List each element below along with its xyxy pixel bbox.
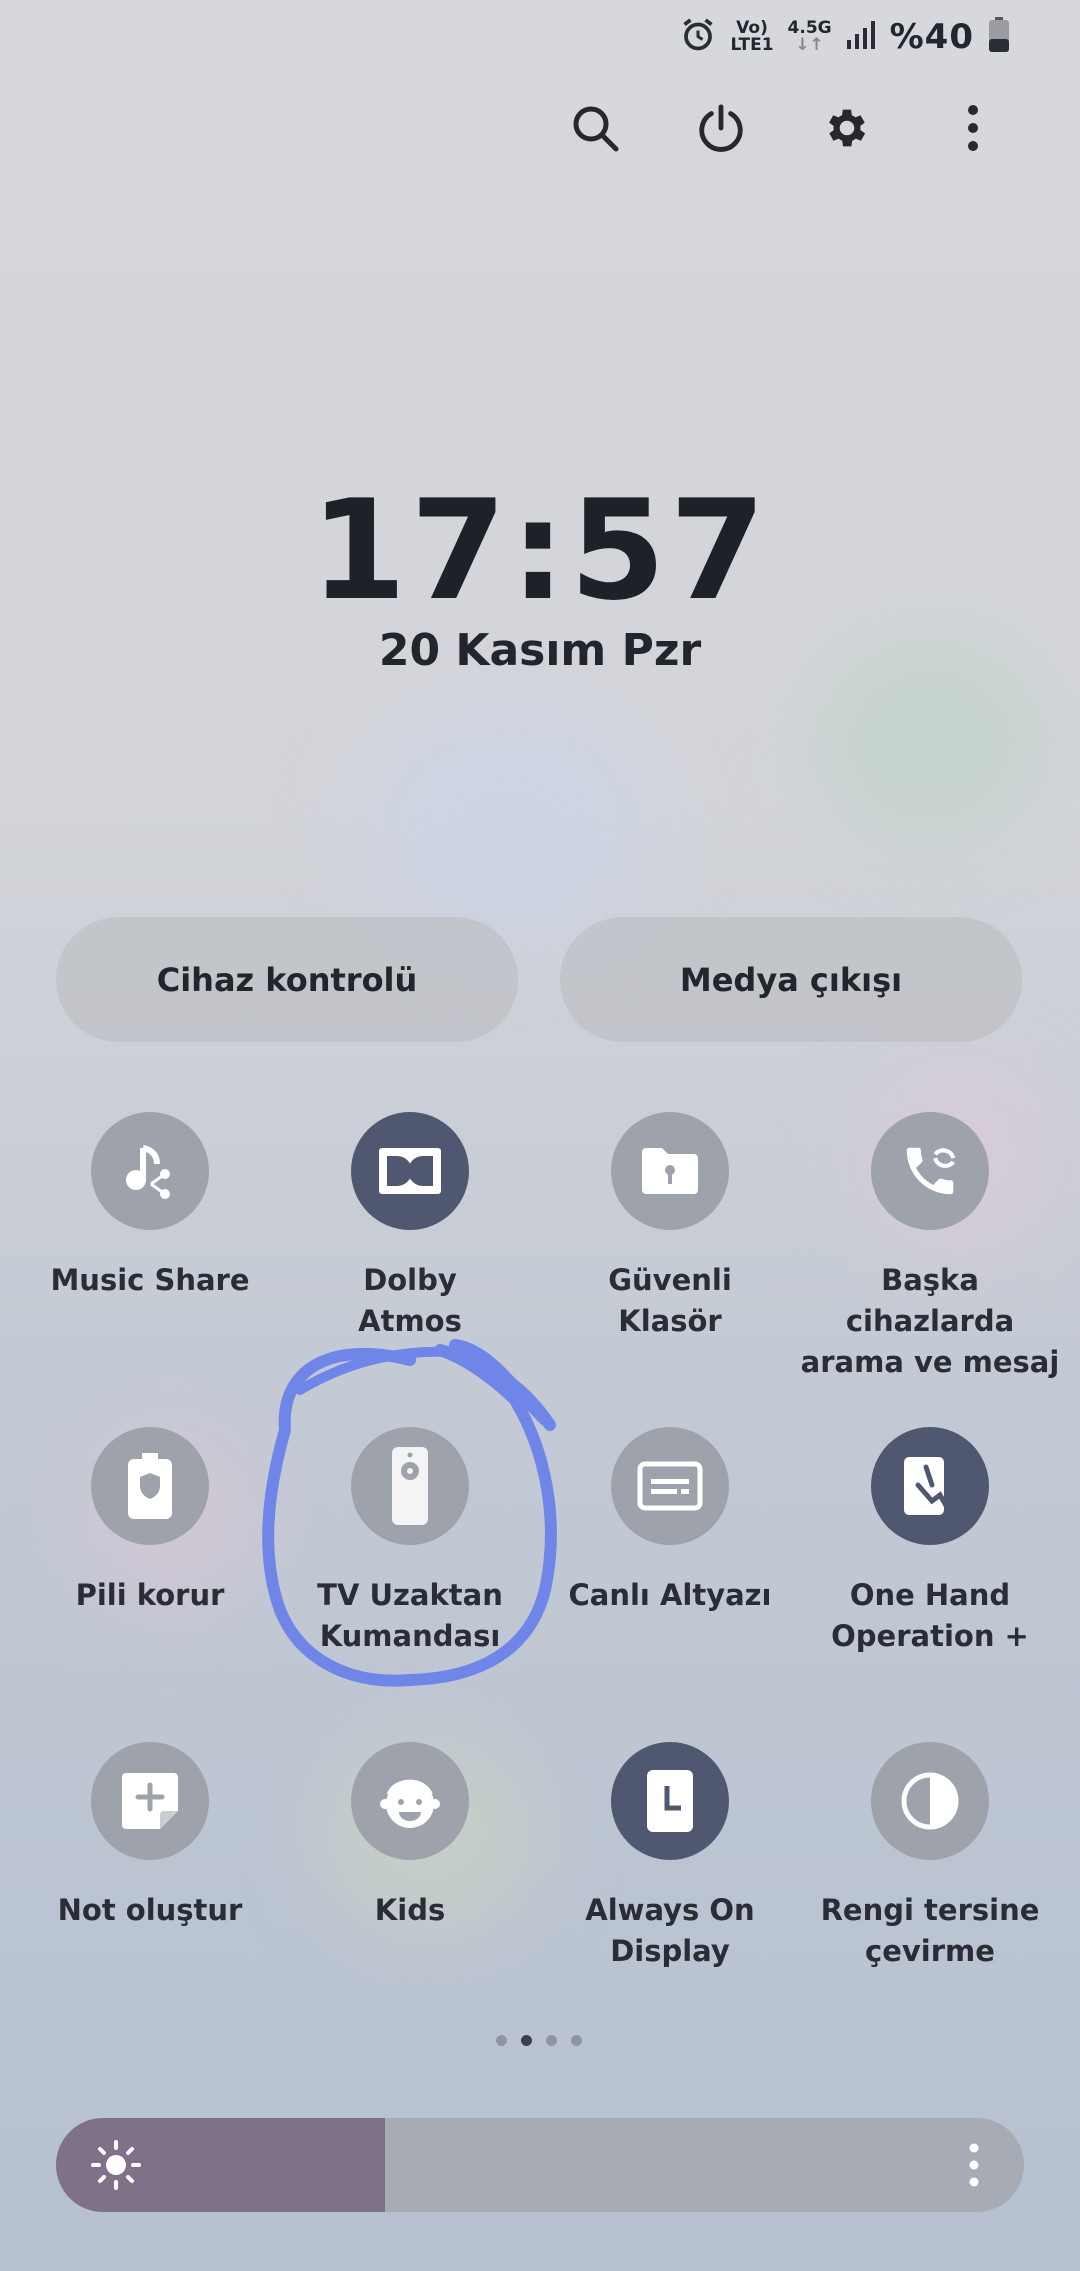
tile-circle[interactable] <box>611 1742 729 1860</box>
tile-circle[interactable] <box>91 1427 209 1545</box>
tile-circle[interactable] <box>611 1112 729 1230</box>
tile-circle[interactable] <box>91 1742 209 1860</box>
tile-circle[interactable] <box>871 1427 989 1545</box>
tile-circle[interactable] <box>351 1427 469 1545</box>
tile-label: Güvenli Klasör <box>608 1263 732 1338</box>
clock-icon <box>647 1770 693 1832</box>
battery-icon <box>988 17 1010 57</box>
clock-date: 20 Kasım Pzr <box>378 625 702 676</box>
tile-call-sync[interactable]: Başka cihazlarda arama ve mesaj <box>800 1112 1060 1383</box>
tile-invert-colors[interactable]: Rengi tersine çevirme <box>800 1742 1060 1972</box>
media-output-button[interactable]: Medya çıkışı <box>560 917 1022 1042</box>
tile-label: Not oluştur <box>57 1893 243 1927</box>
brightness-more-icon[interactable] <box>968 2142 980 2188</box>
page-dot[interactable] <box>571 2035 582 2046</box>
tile-label: One Hand Operation + <box>831 1578 1029 1653</box>
music-share-icon <box>126 1145 170 1199</box>
tile-label: Dolby Atmos <box>358 1263 462 1338</box>
status-bar: Vo) LTE1 4.5G ↓↑ %40 <box>680 12 1010 62</box>
tile-circle[interactable] <box>871 1742 989 1860</box>
tile-music-share[interactable]: Music Share <box>20 1112 280 1301</box>
brightness-slider[interactable] <box>56 2118 1024 2212</box>
search-button[interactable] <box>570 98 620 158</box>
caption-icon <box>637 1461 703 1511</box>
tile-label: Başka cihazlarda arama ve mesaj <box>800 1263 1060 1379</box>
tile-one-hand-operation[interactable]: One Hand Operation + <box>800 1427 1060 1657</box>
data-arrows-icon: ↓↑ <box>795 35 824 55</box>
top-actions <box>570 98 998 158</box>
tile-circle[interactable] <box>871 1112 989 1230</box>
tile-label: Music Share <box>50 1263 250 1297</box>
page-indicator <box>496 2035 582 2046</box>
tile-circle[interactable] <box>351 1112 469 1230</box>
remote-icon <box>392 1447 428 1525</box>
sun-icon <box>91 2140 141 2190</box>
tile-create-note[interactable]: Not oluştur <box>20 1742 280 1931</box>
note-add-icon <box>122 1773 178 1829</box>
tile-label: Canlı Altyazı <box>568 1578 772 1612</box>
kids-icon <box>380 1779 440 1828</box>
more-options-button[interactable] <box>948 98 998 158</box>
search-icon <box>573 106 619 152</box>
tile-label: Always On Display <box>585 1893 755 1968</box>
invert-icon <box>901 1772 959 1830</box>
tile-label: Kids <box>374 1893 446 1927</box>
page-dot-active[interactable] <box>521 2035 532 2046</box>
page-dot[interactable] <box>496 2035 507 2046</box>
call-sync-icon <box>906 1147 956 1195</box>
kebab-icon <box>968 105 978 151</box>
tile-circle[interactable] <box>91 1112 209 1230</box>
battery-percentage: %40 <box>889 17 974 57</box>
tile-label: Rengi tersine çevirme <box>820 1893 1040 1968</box>
tile-secure-folder[interactable]: Güvenli Klasör <box>540 1112 800 1342</box>
tile-label: TV Uzaktan Kumandası <box>317 1578 503 1653</box>
dolby-icon <box>379 1148 441 1194</box>
alarm-icon <box>680 17 716 57</box>
tile-always-on-display[interactable]: Always On Display <box>540 1742 800 1972</box>
tile-circle[interactable] <box>611 1427 729 1545</box>
volte-indicator: Vo) LTE1 <box>730 18 774 55</box>
battery-shield-icon <box>128 1453 172 1519</box>
device-control-button[interactable]: Cihaz kontrolü <box>56 917 518 1042</box>
clock-time: 17:57 <box>310 470 770 631</box>
settings-button[interactable] <box>822 98 872 158</box>
tile-label: Pili korur <box>75 1578 225 1612</box>
power-icon <box>699 104 743 152</box>
network-indicator: 4.5G ↓↑ <box>787 18 832 55</box>
signal-icon <box>846 20 876 54</box>
tile-circle[interactable] <box>351 1742 469 1860</box>
tile-kids[interactable]: Kids <box>280 1742 540 1931</box>
gear-icon <box>829 109 866 147</box>
tile-battery-protect[interactable]: Pili korur <box>20 1427 280 1616</box>
tile-live-caption[interactable]: Canlı Altyazı <box>540 1427 800 1616</box>
power-button[interactable] <box>696 98 746 158</box>
page-dot[interactable] <box>546 2035 557 2046</box>
one-hand-icon <box>904 1457 951 1515</box>
tile-dolby-atmos[interactable]: Dolby Atmos <box>280 1112 540 1342</box>
tile-tv-remote[interactable]: TV Uzaktan Kumandası <box>280 1427 540 1657</box>
secure-folder-icon <box>642 1148 698 1194</box>
